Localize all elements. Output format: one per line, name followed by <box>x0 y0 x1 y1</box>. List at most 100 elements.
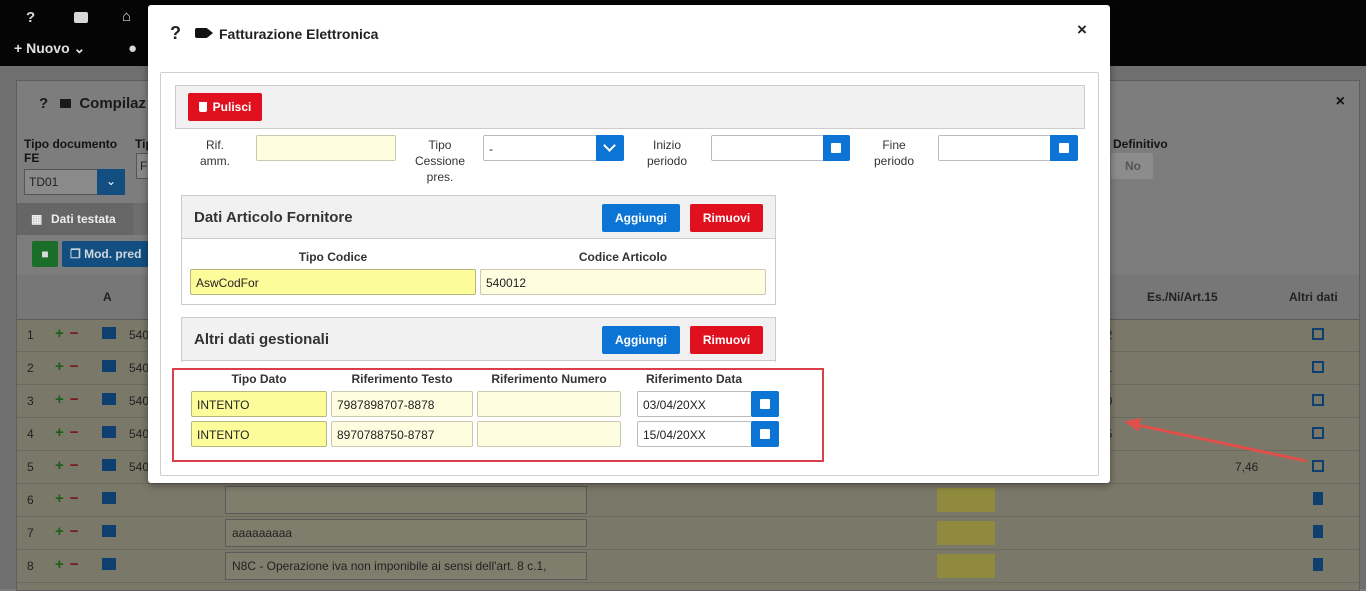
row-add-remove[interactable]: + − <box>55 391 79 408</box>
gestionali-aggiungi-button[interactable]: Aggiungi <box>602 326 680 354</box>
row-amount: 7,46 <box>1235 460 1259 474</box>
row-number: 1 <box>27 328 34 342</box>
plus-icon: + <box>14 40 27 56</box>
minus-icon[interactable]: − <box>70 424 79 441</box>
fine-periodo-label: Fine periodo <box>873 138 915 168</box>
pulisci-button[interactable]: Pulisci <box>188 93 262 121</box>
table-row: 7 + − aaaaaaaaa <box>17 517 1359 550</box>
plus-icon[interactable]: + <box>55 457 64 474</box>
row-add-remove[interactable]: + − <box>55 523 79 540</box>
dati-articolo-header: Dati Articolo Fornitore Aggiungi Rimuovi <box>182 196 775 239</box>
row-add-remove[interactable]: + − <box>55 490 79 507</box>
row-add-remove[interactable]: + − <box>55 325 79 342</box>
plus-icon[interactable]: + <box>55 424 64 441</box>
background-panel-title: ? Compilaz <box>39 95 147 112</box>
plus-icon[interactable]: + <box>55 556 64 573</box>
help-icon[interactable]: ? <box>170 23 181 44</box>
row-add-remove[interactable]: + − <box>55 457 79 474</box>
inizio-periodo-calendar-button[interactable] <box>823 135 850 161</box>
tab-dati-testata[interactable]: ▦ Dati testata <box>17 203 133 235</box>
modal-toolbar: Pulisci <box>175 85 1085 129</box>
tipo-cessione-select[interactable]: - <box>483 135 597 161</box>
home-icon[interactable]: ⌂ <box>122 8 131 25</box>
yellow-cell[interactable] <box>937 521 995 545</box>
description-textarea[interactable] <box>225 486 587 514</box>
edit-icon[interactable] <box>1312 427 1324 439</box>
minus-icon[interactable]: − <box>70 457 79 474</box>
document-icon[interactable] <box>1313 558 1323 571</box>
row-add-remove[interactable]: + − <box>55 358 79 375</box>
codice-articolo-input[interactable]: 540012 <box>480 269 766 295</box>
minus-icon[interactable]: − <box>70 391 79 408</box>
edit-icon[interactable] <box>1312 394 1324 406</box>
minus-icon[interactable]: − <box>70 325 79 342</box>
tipo-documento-label: Tipo documento FE <box>24 137 118 165</box>
plus-icon[interactable]: + <box>55 325 64 342</box>
row-number: 3 <box>27 394 34 408</box>
document-icon[interactable] <box>1313 525 1323 538</box>
tipo-documento-select[interactable]: TD01 ⌄ <box>24 169 125 195</box>
tipo-cessione-dropdown-button[interactable] <box>596 135 624 161</box>
tab-dati-testata-label: Dati testata <box>51 212 116 226</box>
row-number: 5 <box>27 460 34 474</box>
plus-icon[interactable]: + <box>55 523 64 540</box>
box-icon[interactable] <box>102 327 116 339</box>
user-icon[interactable]: ● <box>128 40 137 57</box>
copy-icon: ❐ <box>70 247 85 261</box>
row-add-remove[interactable]: + − <box>55 556 79 573</box>
fine-periodo-input[interactable] <box>938 135 1051 161</box>
mod-pred-button[interactable]: ❐ Mod. pred <box>62 241 152 267</box>
rif-amm-input[interactable] <box>256 135 396 161</box>
plus-icon[interactable]: + <box>55 391 64 408</box>
tipo-codice-header: Tipo Codice <box>298 250 368 264</box>
minus-icon[interactable]: − <box>70 556 79 573</box>
yellow-cell[interactable] <box>937 488 995 512</box>
description-textarea[interactable]: N8C - Operazione iva non imponibile ai s… <box>225 552 587 580</box>
description-textarea[interactable]: aaaaaaaaa <box>225 519 587 547</box>
box-icon[interactable] <box>102 393 116 405</box>
video-icon[interactable] <box>74 12 88 23</box>
inizio-periodo-input[interactable] <box>711 135 824 161</box>
box-icon[interactable] <box>102 426 116 438</box>
bg-title-text: Compilaz <box>79 95 147 112</box>
modal-header: ? Fatturazione Elettronica × <box>148 5 1110 63</box>
edit-icon[interactable] <box>1312 460 1324 472</box>
chevron-down-icon[interactable]: ⌄ <box>97 169 125 195</box>
plus-icon[interactable]: + <box>55 490 64 507</box>
minus-icon[interactable]: − <box>70 490 79 507</box>
box-icon[interactable] <box>102 360 116 372</box>
save-button[interactable]: ■ <box>32 241 58 267</box>
tipo-documento-value: TD01 <box>29 175 59 189</box>
box-icon[interactable] <box>102 492 116 504</box>
box-icon[interactable] <box>102 459 116 471</box>
articolo-aggiungi-button[interactable]: Aggiungi <box>602 204 680 232</box>
gestionali-rimuovi-button[interactable]: Rimuovi <box>690 326 763 354</box>
definitivo-toggle[interactable]: No <box>1111 153 1153 179</box>
close-icon[interactable]: × <box>1336 93 1345 111</box>
box-icon[interactable] <box>102 558 116 570</box>
definitivo-value: No <box>1125 159 1141 173</box>
document-icon[interactable] <box>1313 492 1323 505</box>
tipo-codice-input[interactable]: AswCodFor <box>190 269 476 295</box>
minus-icon[interactable]: − <box>70 523 79 540</box>
row-code: 540 <box>129 328 150 342</box>
box-icon[interactable] <box>102 525 116 537</box>
tipo-cessione-label: Tipo Cessione pres. <box>414 138 466 184</box>
plus-icon[interactable]: + <box>55 358 64 375</box>
edit-icon[interactable] <box>1312 361 1324 373</box>
edit-icon[interactable] <box>1312 328 1324 340</box>
video-icon[interactable] <box>195 28 213 38</box>
dati-articolo-title: Dati Articolo Fornitore <box>194 209 353 226</box>
close-icon[interactable]: × <box>1077 20 1087 40</box>
fine-periodo-calendar-button[interactable] <box>1050 135 1078 161</box>
help-icon[interactable]: ? <box>26 9 35 26</box>
new-menu[interactable]: + Nuovo ⌄ <box>14 40 85 57</box>
annotation-arrow-head <box>1122 414 1142 432</box>
trash-icon <box>198 102 207 112</box>
row-add-remove[interactable]: + − <box>55 424 79 441</box>
articolo-rimuovi-button[interactable]: Rimuovi <box>690 204 763 232</box>
minus-icon[interactable]: − <box>70 358 79 375</box>
row-desc: N8C - Operazione iva non imponibile ai s… <box>232 559 547 573</box>
row-number: 8 <box>27 559 34 573</box>
yellow-cell[interactable] <box>937 554 995 578</box>
